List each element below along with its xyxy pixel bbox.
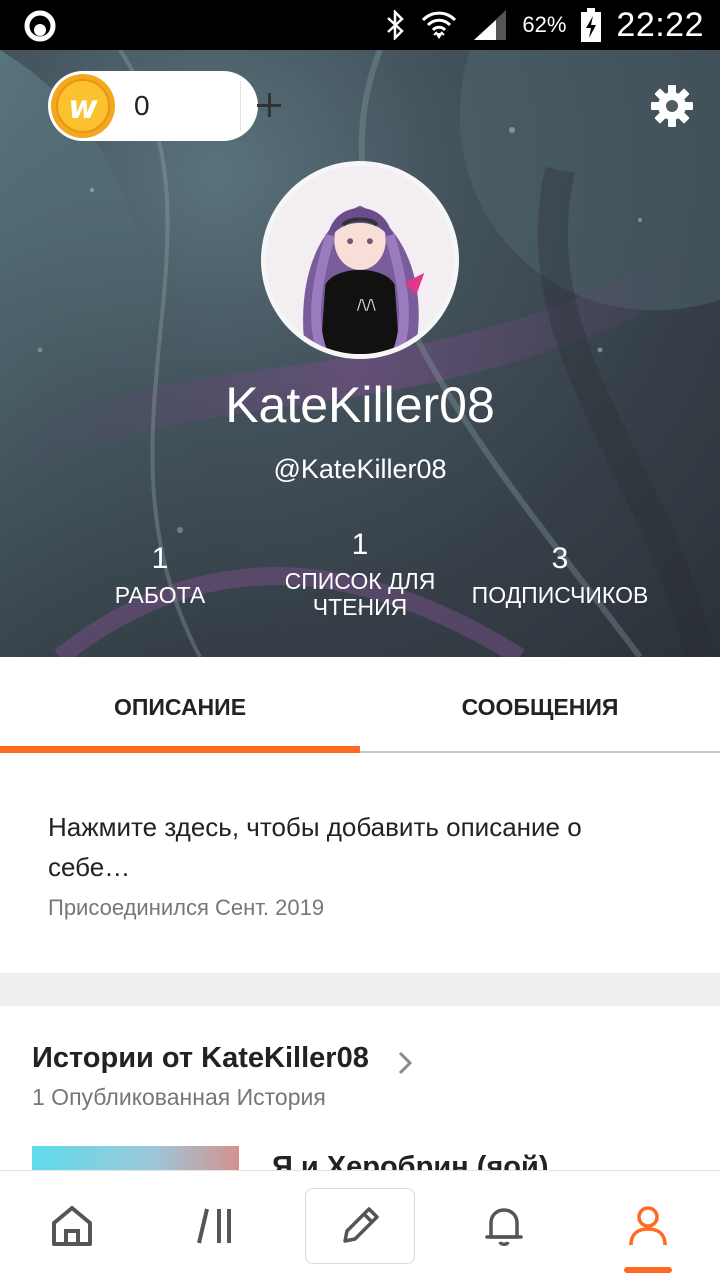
- joined-date: Присоединился Сент. 2019: [48, 895, 325, 920]
- battery-charging-icon: [581, 8, 602, 42]
- app-notification-icon: [24, 10, 56, 42]
- nav-write[interactable]: [288, 1171, 432, 1280]
- section-divider: [0, 973, 720, 1006]
- stories-heading[interactable]: Истории от KateKiller08: [32, 1042, 369, 1075]
- stories-section: Истории от KateKiller08 1 Опубликованная…: [0, 1006, 720, 1170]
- stat-value: 1: [351, 528, 369, 561]
- bluetooth-icon: [387, 10, 405, 40]
- published-count: 1 Опубликованная История: [32, 1084, 326, 1110]
- plus-icon[interactable]: [244, 71, 300, 141]
- profile-handle: @KateKiller08: [273, 454, 447, 484]
- battery-percent: 62%: [522, 12, 567, 37]
- svg-text:/\/\: /\/\: [357, 297, 376, 313]
- gear-icon[interactable]: [650, 84, 694, 128]
- coin-balance-button[interactable]: w 0: [48, 71, 281, 141]
- avatar-image: /\/\: [266, 166, 454, 354]
- description-section: Нажмите здесь, чтобы добавить описание о…: [0, 755, 720, 973]
- active-tab-indicator: [0, 746, 360, 753]
- svg-text:w: w: [68, 88, 98, 126]
- tab-messages[interactable]: СООБЩЕНИЯ: [360, 657, 720, 753]
- stat-works[interactable]: 1 РАБОТА: [80, 542, 240, 608]
- avatar[interactable]: /\/\: [261, 161, 459, 359]
- signal-icon: [474, 10, 507, 40]
- story-cover[interactable]: [32, 1146, 239, 1170]
- stat-value: 1: [151, 542, 169, 575]
- nav-notifications[interactable]: [432, 1171, 576, 1280]
- story-title[interactable]: Я и Херобрин (яой): [272, 1151, 549, 1170]
- profile-icon: [629, 1206, 667, 1246]
- pencil-icon: [343, 1207, 379, 1243]
- nav-profile[interactable]: [576, 1171, 720, 1280]
- wifi-icon: [422, 11, 457, 39]
- stat-reading-lists[interactable]: 1 СПИСОК ДЛЯ ЧТЕНИЯ: [270, 528, 450, 620]
- status-bar: 62% 22:22: [0, 0, 720, 50]
- profile-username: KateKiller08: [225, 377, 495, 433]
- nav-library[interactable]: [144, 1171, 288, 1280]
- tab-description[interactable]: ОПИСАНИЕ: [0, 657, 360, 753]
- clock: 22:22: [616, 5, 704, 44]
- coin-count: 0: [134, 90, 150, 121]
- bottom-navigation: [0, 1170, 720, 1280]
- stat-value: 3: [551, 542, 569, 575]
- home-icon: [52, 1206, 92, 1246]
- stat-label: ПОДПИСЧИКОВ: [471, 582, 649, 608]
- stat-followers[interactable]: 3 ПОДПИСЧИКОВ: [460, 542, 660, 608]
- profile-header: w 0 /\/\ KateKiller08 @KateKiller08 1 РА…: [0, 50, 720, 657]
- nav-home[interactable]: [0, 1171, 144, 1280]
- wattpad-coin-icon: w: [51, 74, 115, 138]
- active-nav-indicator: [624, 1267, 672, 1273]
- library-icon: [197, 1208, 231, 1244]
- profile-tabs: ОПИСАНИЕ СООБЩЕНИЯ: [0, 657, 720, 753]
- chevron-right-icon[interactable]: [396, 1050, 414, 1076]
- stat-label: СПИСОК ДЛЯ ЧТЕНИЯ: [284, 568, 436, 620]
- stat-label: РАБОТА: [114, 582, 206, 608]
- add-description-prompt[interactable]: Нажмите здесь, чтобы добавить описание о…: [48, 807, 668, 887]
- bell-icon: [485, 1208, 523, 1246]
